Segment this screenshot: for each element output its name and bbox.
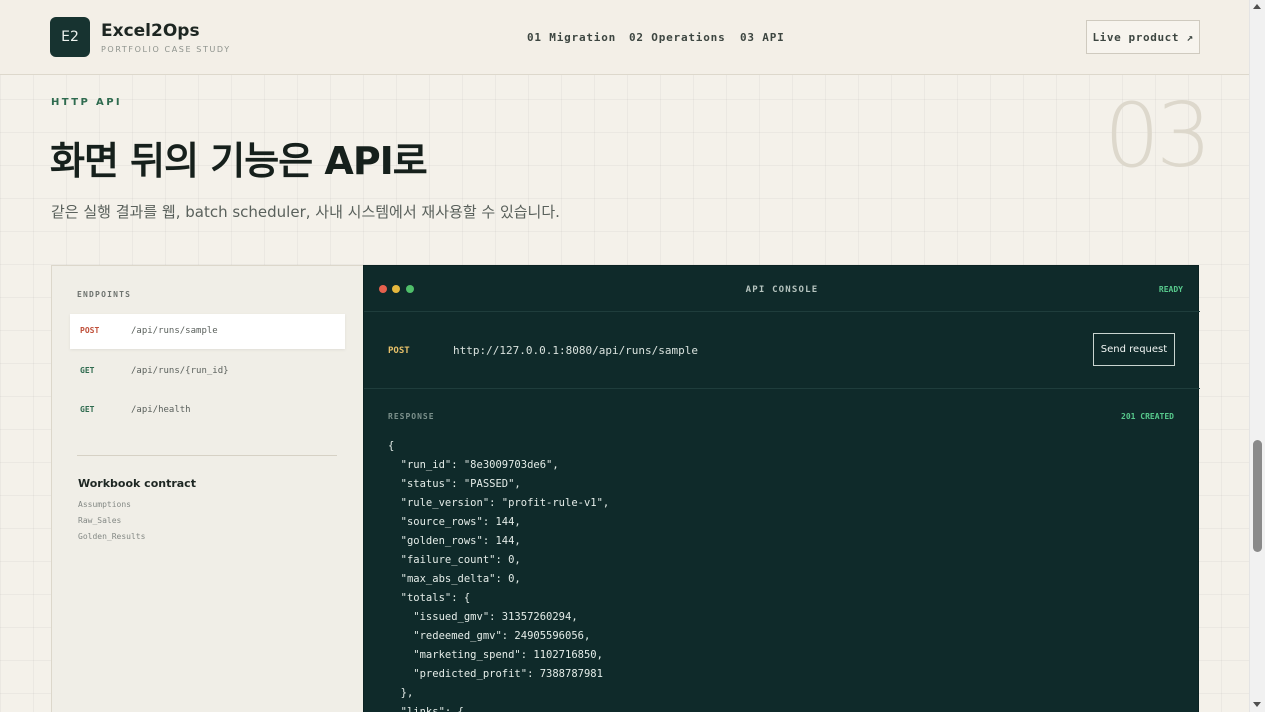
console-ready-status: READY [1158,285,1183,294]
endpoint-item-health[interactable]: GET /api/health [70,393,345,428]
code-line: "source_rows": 144, [388,516,521,528]
scrollbar-thumb[interactable] [1253,440,1262,552]
endpoints-panel: ENDPOINTS POST /api/runs/sample GET /api… [51,265,363,712]
endpoint-method: POST [80,326,100,335]
code-line: "failure_count": 0, [388,554,521,566]
panel-divider [77,455,337,456]
code-line: }, [388,687,414,699]
nav-link-migration[interactable]: 01 Migration [527,31,616,44]
scroll-up-arrow-icon[interactable] [1253,4,1261,9]
code-line: "totals": { [388,592,471,604]
workbook-sheet-assumptions: Assumptions [78,500,131,509]
logo[interactable]: E2 [50,17,90,57]
endpoint-item-runs-id[interactable]: GET /api/runs/{run_id} [70,354,345,389]
console-separator [364,388,1200,389]
code-line: "golden_rows": 144, [388,535,521,547]
code-line: { [388,440,395,452]
code-line: "predicted_profit": 7388787981 [388,668,603,680]
live-product-button[interactable]: Live product ↗ [1086,20,1200,54]
api-console: API CONSOLE READY POST http://127.0.0.1:… [363,265,1200,712]
console-separator [364,311,1200,312]
console-title: API CONSOLE [745,285,819,295]
endpoint-item-runs-sample[interactable]: POST /api/runs/sample [70,314,345,349]
response-status: 201 CREATED [1121,412,1174,421]
code-line: "marketing_spend": 1102716850, [388,649,603,661]
section-title: 화면 뒤의 기능은 API로 [50,139,428,183]
workbook-sheet-raw-sales: Raw_Sales [78,516,122,525]
section-eyebrow: HTTP API [51,97,123,108]
endpoint-path: /api/runs/{run_id} [131,366,229,376]
endpoint-method: GET [80,405,95,414]
endpoints-title: ENDPOINTS [77,290,132,299]
workbook-sheet-golden-results: Golden_Results [78,532,146,541]
response-label: RESPONSE [388,412,435,421]
top-bar: E2 Excel2Ops PORTFOLIO CASE STUDY 01 Mig… [0,0,1249,75]
endpoint-method: GET [80,366,95,375]
code-line: "rule_version": "profit-rule-v1", [388,497,610,509]
workbook-contract-title: Workbook contract [78,477,196,490]
code-line: "links": { [388,706,464,712]
brand-name: Excel2Ops [101,21,200,41]
endpoint-path: /api/runs/sample [131,326,218,336]
endpoint-path: /api/health [131,405,191,415]
code-line: "max_abs_delta": 0, [388,573,521,585]
section-subtitle: 같은 실행 결과를 웹, batch scheduler, 사내 시스템에서 재… [51,203,560,221]
brand-subtitle: PORTFOLIO CASE STUDY [101,45,231,54]
request-method: POST [388,346,410,356]
scrollbar[interactable] [1249,0,1265,712]
scroll-down-arrow-icon[interactable] [1253,702,1261,707]
nav-link-api[interactable]: 03 API [740,31,785,44]
send-request-button[interactable]: Send request [1093,333,1175,366]
nav-link-operations[interactable]: 02 Operations [629,31,726,44]
code-line: "status": "PASSED", [388,478,521,490]
section-number: 03 [1104,84,1212,187]
request-url[interactable]: http://127.0.0.1:8080/api/runs/sample [453,344,698,357]
code-line: "run_id": "8e3009703de6", [388,459,559,471]
code-line: "redeemed_gmv": 24905596056, [388,630,591,642]
code-line: "issued_gmv": 31357260294, [388,611,578,623]
